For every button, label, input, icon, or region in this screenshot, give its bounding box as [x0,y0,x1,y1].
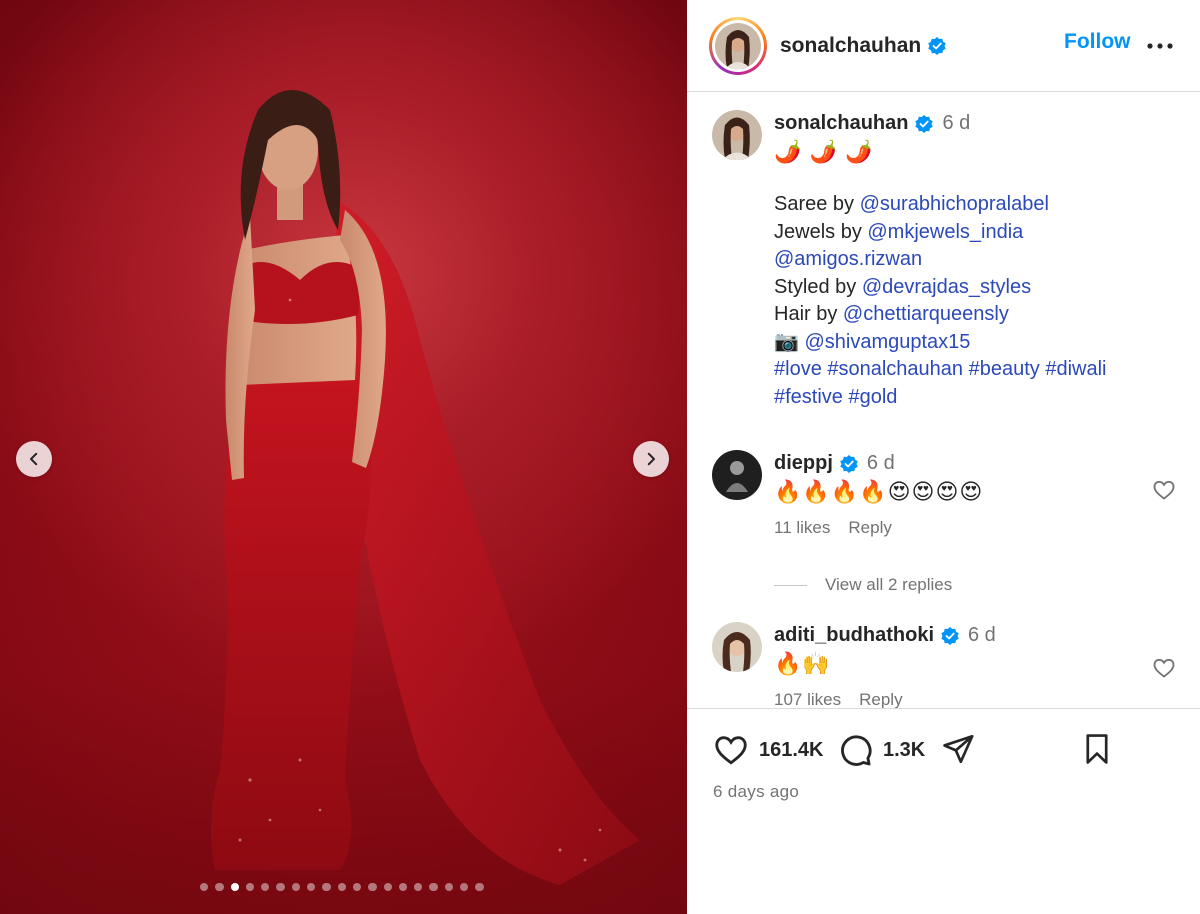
comment-time[interactable]: 6 d [968,624,996,646]
comment-meta: 107 likes Reply [774,690,1154,708]
share-button[interactable] [941,732,975,766]
carousel-dot [200,883,209,892]
chevron-left-icon [30,452,38,466]
follow-button[interactable]: Follow [1064,30,1131,54]
mention-link[interactable]: @devrajdas_styles [862,276,1031,298]
carousel-dot [414,883,423,892]
avatar[interactable] [712,450,762,500]
comment-likes[interactable]: 107 likes [774,690,841,708]
carousel-dot [475,883,484,892]
verified-badge-icon [840,454,858,473]
comment-meta: 11 likes Reply [774,518,1154,538]
avatar[interactable] [712,110,762,160]
caption-line: Hair by @chettiarqueensly [774,301,1154,329]
heart-icon[interactable] [1152,656,1176,680]
comment-text: 🔥🙌 [774,651,831,676]
header-username[interactable]: sonalchauhan [780,34,921,58]
heart-icon [715,736,747,765]
carousel-dot [444,883,454,892]
comment-likes[interactable]: 11 likes [774,518,830,537]
reply-button[interactable]: Reply [859,690,902,708]
carousel-dot [352,883,362,892]
caption-line-prefix: Hair by [774,303,843,325]
replies-divider [774,584,807,586]
hashtags[interactable]: #love #sonalchauhan #beauty #diwali [774,356,1154,384]
comment-time[interactable]: 6 d [867,452,895,474]
like-count[interactable]: 161.4K [759,739,824,762]
hashtags[interactable]: #festive #gold [774,384,1154,412]
view-replies-label: View all 2 replies [825,575,953,594]
chevron-right-icon [647,452,655,466]
bookmark-icon [1086,734,1108,764]
camera-icon: 📷 [774,330,805,353]
post-side-panel: sonalchauhan Follow sonalchauhan 6 d 🌶️ … [687,0,1200,914]
caption-line-prefix: Jewels by [774,220,868,243]
caption-line: 📷 @shivamguptax15 [774,329,1154,357]
save-button[interactable] [1080,732,1114,766]
caption-line: Saree by @surabhichopralabel [774,191,1154,219]
caption-text: Saree by @surabhichopralabel Jewels by @… [774,191,1154,411]
more-options-icon [1147,43,1173,49]
share-icon [943,734,974,764]
carousel-dot [398,883,408,892]
comment-count[interactable]: 1.3K [883,739,925,762]
post-photo-figure [211,90,640,885]
caption-username[interactable]: sonalchauhan [774,112,908,134]
caption-line-prefix: Saree by [774,193,860,215]
carousel-dot [276,883,285,892]
carousel-dot [230,883,239,892]
avatar[interactable] [712,622,762,672]
carousel-dot [215,883,224,892]
comments-list[interactable]: sonalchauhan 6 d 🌶️ 🌶️ 🌶️ Saree by @surab… [687,93,1200,708]
comment-username[interactable]: aditi_budhathoki [774,624,934,646]
caption-line: Styled by @devrajdas_styles [774,274,1154,302]
verified-badge-icon [928,36,946,55]
mention-link[interactable]: @amigos.rizwan [774,248,922,270]
heart-icon[interactable] [1152,478,1176,502]
comment-button[interactable]: 1.3K [837,732,925,768]
comment-username[interactable]: dieppj [774,452,833,474]
carousel-dot [322,883,331,892]
comment-icon [841,735,872,766]
mention-link[interactable]: @shivamguptax15 [804,331,970,353]
carousel-dot [337,883,346,892]
mention-link[interactable]: @mkjewels_india [867,221,1023,243]
more-options-button[interactable] [1146,32,1174,60]
comment-text: 🔥🔥🔥🔥😍😍😍😍 [774,479,984,504]
caption-line-prefix: Styled by [774,275,862,298]
carousel-dot [307,883,316,892]
carousel-indicator [200,883,484,892]
posted-time[interactable]: 6 days ago [713,782,799,802]
post-actions: 161.4K 1.3K 6 days ago [687,708,1200,914]
avatar [715,22,761,69]
caption-emoji: 🌶️ 🌶️ 🌶️ [774,139,874,164]
story-ring[interactable] [709,16,767,75]
post-media[interactable] [0,0,687,914]
verified-badge-icon [915,114,934,133]
carousel-dot [368,883,377,892]
mention-link[interactable]: @surabhichopralabel [860,193,1049,215]
reply-button[interactable]: Reply [848,518,891,538]
caption-line: Jewels by @mkjewels_india [774,219,1154,247]
view-replies-button[interactable]: View all 2 replies [774,575,952,595]
carousel-dot [429,883,438,892]
caption-time[interactable]: 6 d [942,112,970,134]
carousel-next-button[interactable] [633,441,669,477]
post-header: sonalchauhan Follow [687,0,1200,92]
carousel-dot [261,883,270,892]
carousel-dot [291,883,301,892]
carousel-prev-button[interactable] [16,441,52,477]
carousel-dot [383,883,392,892]
like-button[interactable]: 161.4K [713,732,824,768]
caption-line: @amigos.rizwan [774,246,1154,274]
mention-link[interactable]: @chettiarqueensly [843,303,1009,325]
carousel-dot [460,883,469,892]
carousel-dot [245,883,255,892]
verified-badge-icon [941,626,959,645]
